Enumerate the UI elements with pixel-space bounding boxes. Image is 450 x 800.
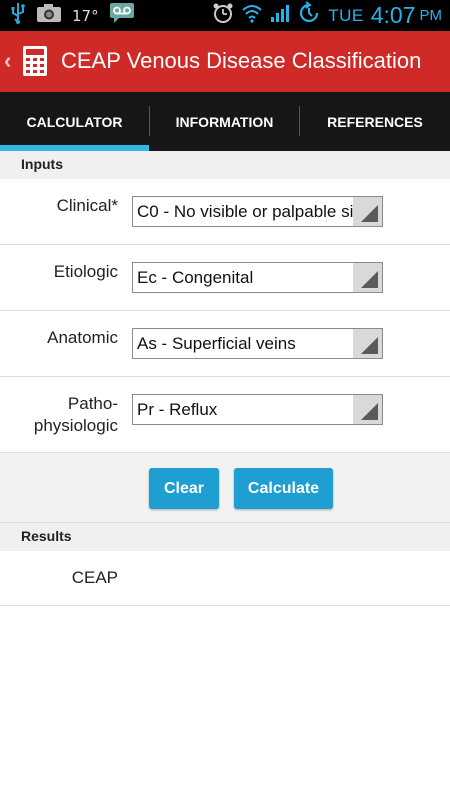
inputs-header-label: Inputs	[21, 156, 63, 172]
etiologic-selected-value: Ec - Congenital	[137, 268, 254, 287]
sync-icon	[297, 1, 321, 30]
calculator-icon[interactable]	[22, 45, 48, 82]
page-title: CEAP Venous Disease Classification	[61, 48, 422, 73]
clinical-select[interactable]: C0 - No visible or palpable signs of ven…	[132, 196, 383, 227]
anatomic-row: Anatomic As - Superficial veins	[0, 311, 450, 377]
anatomic-label: Anatomic	[47, 328, 118, 347]
results-section-header: Results	[0, 523, 450, 551]
voicemail-icon	[109, 2, 135, 29]
status-time: 4:07	[370, 2, 416, 28]
tab-bar: CALCULATOR INFORMATION REFERENCES	[0, 92, 450, 151]
dropdown-arrow-icon	[353, 263, 382, 292]
alarm-clock-icon	[212, 2, 234, 29]
ceap-label: CEAP	[71, 568, 118, 587]
dropdown-arrow-icon	[353, 395, 382, 424]
anatomic-selected-value: As - Superficial veins	[137, 334, 296, 353]
tab-references[interactable]: REFERENCES	[300, 92, 450, 151]
pathophysiologic-label-line1: Patho-	[67, 394, 118, 413]
pathophysiologic-label-line2: physiologic	[33, 416, 118, 435]
pathophysiologic-select[interactable]: Pr - Reflux	[132, 394, 383, 425]
pathophysiologic-label: Patho- physiologic	[0, 393, 118, 437]
anatomic-select[interactable]: As - Superficial veins	[132, 328, 383, 359]
pathophysiologic-row: Patho- physiologic Pr - Reflux	[0, 377, 450, 453]
etiologic-label: Etiologic	[53, 262, 118, 281]
tab-calculator[interactable]: CALCULATOR	[0, 92, 149, 151]
signal-icon	[270, 3, 290, 28]
etiologic-select[interactable]: Ec - Congenital	[132, 262, 383, 293]
status-bar: 17° TUE 4:07 PM	[0, 0, 450, 31]
status-day: TUE	[328, 5, 364, 25]
status-bar-system: TUE 4:07 PM	[212, 1, 443, 30]
pathophysiologic-selected-value: Pr - Reflux	[137, 400, 218, 419]
status-bar-notifications: 17°	[10, 3, 135, 28]
camera-icon	[36, 3, 62, 28]
results-header-label: Results	[21, 528, 72, 544]
etiologic-row: Etiologic Ec - Congenital	[0, 245, 450, 311]
button-bar: Clear Calculate	[0, 453, 450, 523]
ceap-result-row: CEAP	[0, 551, 450, 606]
temperature-text: 17°	[72, 6, 99, 25]
back-chevron-icon[interactable]: ‹	[4, 48, 11, 74]
status-ampm: PM	[419, 7, 443, 24]
dropdown-arrow-icon	[353, 329, 382, 358]
wifi-icon	[241, 3, 263, 28]
tab-information[interactable]: INFORMATION	[150, 92, 299, 151]
calculate-button[interactable]: Calculate	[234, 468, 333, 509]
clinical-row: Clinical* C0 - No visible or palpable si…	[0, 179, 450, 245]
usb-icon	[10, 2, 26, 29]
action-bar: ‹ CEAP Venous Disease Classification	[0, 31, 450, 92]
clear-button[interactable]: Clear	[149, 468, 219, 509]
dropdown-arrow-icon	[353, 197, 382, 226]
inputs-section-header: Inputs	[0, 151, 450, 179]
clinical-label: Clinical*	[56, 196, 118, 215]
clinical-selected-value: C0 - No visible or palpable signs of ven…	[137, 202, 353, 221]
